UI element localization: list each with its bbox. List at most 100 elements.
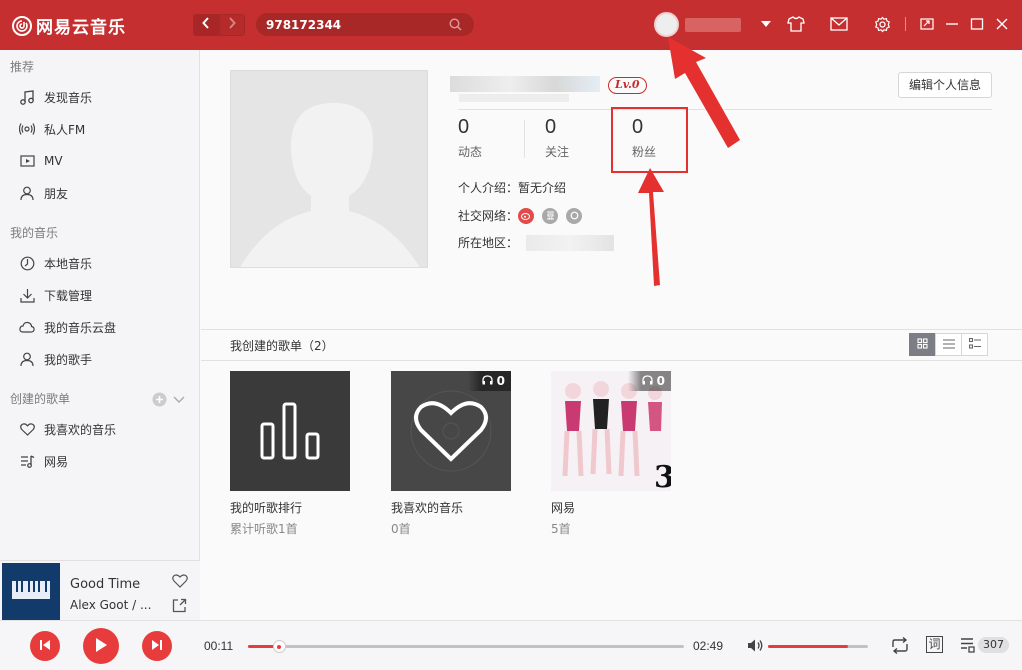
- sidebar-item-mv[interactable]: MV: [0, 145, 199, 177]
- user-menu[interactable]: [654, 12, 771, 37]
- netease-cover[interactable]: 3 0: [551, 371, 671, 491]
- username-blurred[interactable]: [685, 17, 741, 32]
- maximize-icon[interactable]: [970, 14, 984, 34]
- stat-divider: [524, 120, 525, 158]
- liked-cover[interactable]: 0: [391, 371, 511, 491]
- stat-events[interactable]: 0 动态: [458, 116, 482, 160]
- friends-icon: [18, 184, 36, 202]
- search-input[interactable]: [266, 17, 436, 32]
- progress-bar[interactable]: [248, 640, 684, 653]
- collapse-chevron-icon[interactable]: [173, 385, 185, 413]
- player-bar: 00:11 02:49 词 307: [0, 620, 1022, 670]
- search-icon[interactable]: [449, 18, 462, 34]
- netease-logo-icon: [12, 15, 32, 36]
- list-view-button[interactable]: [935, 333, 962, 356]
- back-button[interactable]: [193, 14, 219, 36]
- sidebar-item-liked-music[interactable]: 我喜欢的音乐: [0, 413, 199, 445]
- now-playing-artist[interactable]: Alex Goot / ...: [70, 598, 151, 612]
- playlist-card-sub: 0首: [391, 522, 411, 536]
- heart-icon: [18, 420, 36, 438]
- now-playing-cover[interactable]: [2, 563, 60, 621]
- settings-gear-icon[interactable]: [872, 14, 892, 34]
- volume-icon[interactable]: [747, 638, 764, 656]
- social-key: 社交网络：: [458, 209, 519, 223]
- sidebar-item-label: MV: [44, 154, 63, 168]
- chevron-right-icon: [228, 17, 236, 33]
- weibo-icon[interactable]: [518, 207, 535, 224]
- playlists-title: 我创建的歌单（2）: [230, 339, 334, 353]
- playlist-queue-icon[interactable]: [960, 638, 978, 656]
- playlist-card-name[interactable]: 网易: [551, 499, 671, 516]
- sidebar-item-downloads[interactable]: 下载管理: [0, 279, 199, 311]
- avatar[interactable]: [654, 12, 679, 37]
- app-name: 网易云音乐: [36, 18, 126, 38]
- playlist-card-ranking[interactable]: 我的听歌排行 累计听歌1首: [230, 371, 350, 537]
- sidebar-section-created-label: 创建的歌单: [10, 392, 71, 406]
- previous-icon: [39, 639, 51, 654]
- sidebar-item-cloud[interactable]: 我的音乐云盘: [0, 311, 199, 343]
- playlist-card-netease[interactable]: 3 0 网易 5首: [551, 371, 671, 537]
- like-heart-icon[interactable]: [172, 574, 188, 591]
- playlist-card-sub: 累计听歌1首: [230, 522, 298, 536]
- search-box[interactable]: [256, 13, 474, 36]
- ranking-cover[interactable]: [230, 371, 350, 491]
- playlist-card-name[interactable]: 我喜欢的音乐: [391, 499, 511, 516]
- douban-icon[interactable]: [542, 207, 559, 224]
- sidebar-item-discover[interactable]: 发现音乐: [0, 81, 199, 113]
- level-badge[interactable]: Lv.0: [608, 77, 647, 94]
- sidebar-item-my-singers[interactable]: 我的歌手: [0, 343, 199, 375]
- app-logo[interactable]: 网易云音乐: [12, 13, 126, 38]
- radio-icon: [18, 120, 36, 138]
- mail-icon[interactable]: [829, 14, 849, 34]
- default-avatar-silhouette: [231, 71, 427, 267]
- sidebar-item-local-music[interactable]: 本地音乐: [0, 247, 199, 279]
- playlists-header: 我创建的歌单（2）: [201, 329, 1022, 361]
- progress-knob[interactable]: [272, 640, 286, 653]
- nickname-blurred: [450, 76, 600, 92]
- chevron-left-icon: [202, 17, 210, 33]
- music-note-icon: [18, 88, 36, 106]
- lyrics-button[interactable]: 词: [926, 636, 943, 653]
- stat-following-count: 0: [545, 116, 557, 138]
- playlist-card-sub: 5首: [551, 522, 571, 536]
- share-icon[interactable]: [172, 598, 187, 616]
- grid-view-button[interactable]: [909, 333, 936, 356]
- region-row: 所在地区：: [458, 234, 615, 251]
- total-time: 02:49: [693, 639, 724, 653]
- list-icon: [942, 338, 955, 352]
- sidebar-item-label: 我喜欢的音乐: [44, 422, 117, 437]
- cloud-icon: [18, 318, 36, 336]
- sidebar-item-fm[interactable]: 私人FM: [0, 113, 199, 145]
- region-value-blurred: [526, 234, 615, 251]
- add-playlist-icon[interactable]: [152, 385, 167, 413]
- forward-button[interactable]: [219, 14, 245, 36]
- loop-mode-icon[interactable]: [890, 636, 910, 657]
- sidebar-item-playlist-netease[interactable]: 网易: [0, 445, 199, 477]
- next-button[interactable]: [142, 631, 172, 661]
- skin-shirt-icon[interactable]: [786, 14, 806, 34]
- close-icon[interactable]: [995, 14, 1009, 34]
- playlist-card-liked[interactable]: 0 我喜欢的音乐 0首: [391, 371, 511, 537]
- annotation-highlight-box: [611, 107, 688, 173]
- now-playing-card[interactable]: Good Time Alex Goot / ...: [0, 560, 200, 622]
- sidebar-item-friends[interactable]: 朋友: [0, 177, 199, 209]
- volume-slider[interactable]: [768, 645, 868, 648]
- sidebar-item-label: 下载管理: [44, 288, 93, 303]
- profile-avatar[interactable]: [230, 70, 428, 268]
- stat-following-label: 关注: [545, 145, 570, 159]
- playlist-card-name[interactable]: 我的听歌排行: [230, 499, 350, 516]
- stat-following[interactable]: 0 关注: [545, 116, 569, 160]
- play-button[interactable]: [83, 628, 119, 664]
- intro-key: 个人介绍：: [458, 181, 519, 195]
- other-social-icon[interactable]: [566, 207, 583, 224]
- previous-button[interactable]: [30, 631, 60, 661]
- headphones-icon: [481, 374, 493, 388]
- now-playing-title[interactable]: Good Time: [70, 577, 140, 592]
- local-music-icon: [18, 254, 36, 272]
- edit-profile-button[interactable]: 编辑个人信息: [898, 72, 992, 98]
- caret-down-icon[interactable]: [761, 19, 771, 30]
- detail-view-button[interactable]: [961, 333, 988, 356]
- download-icon: [18, 286, 36, 304]
- mini-mode-icon[interactable]: [920, 14, 934, 34]
- minimize-icon[interactable]: [945, 14, 959, 34]
